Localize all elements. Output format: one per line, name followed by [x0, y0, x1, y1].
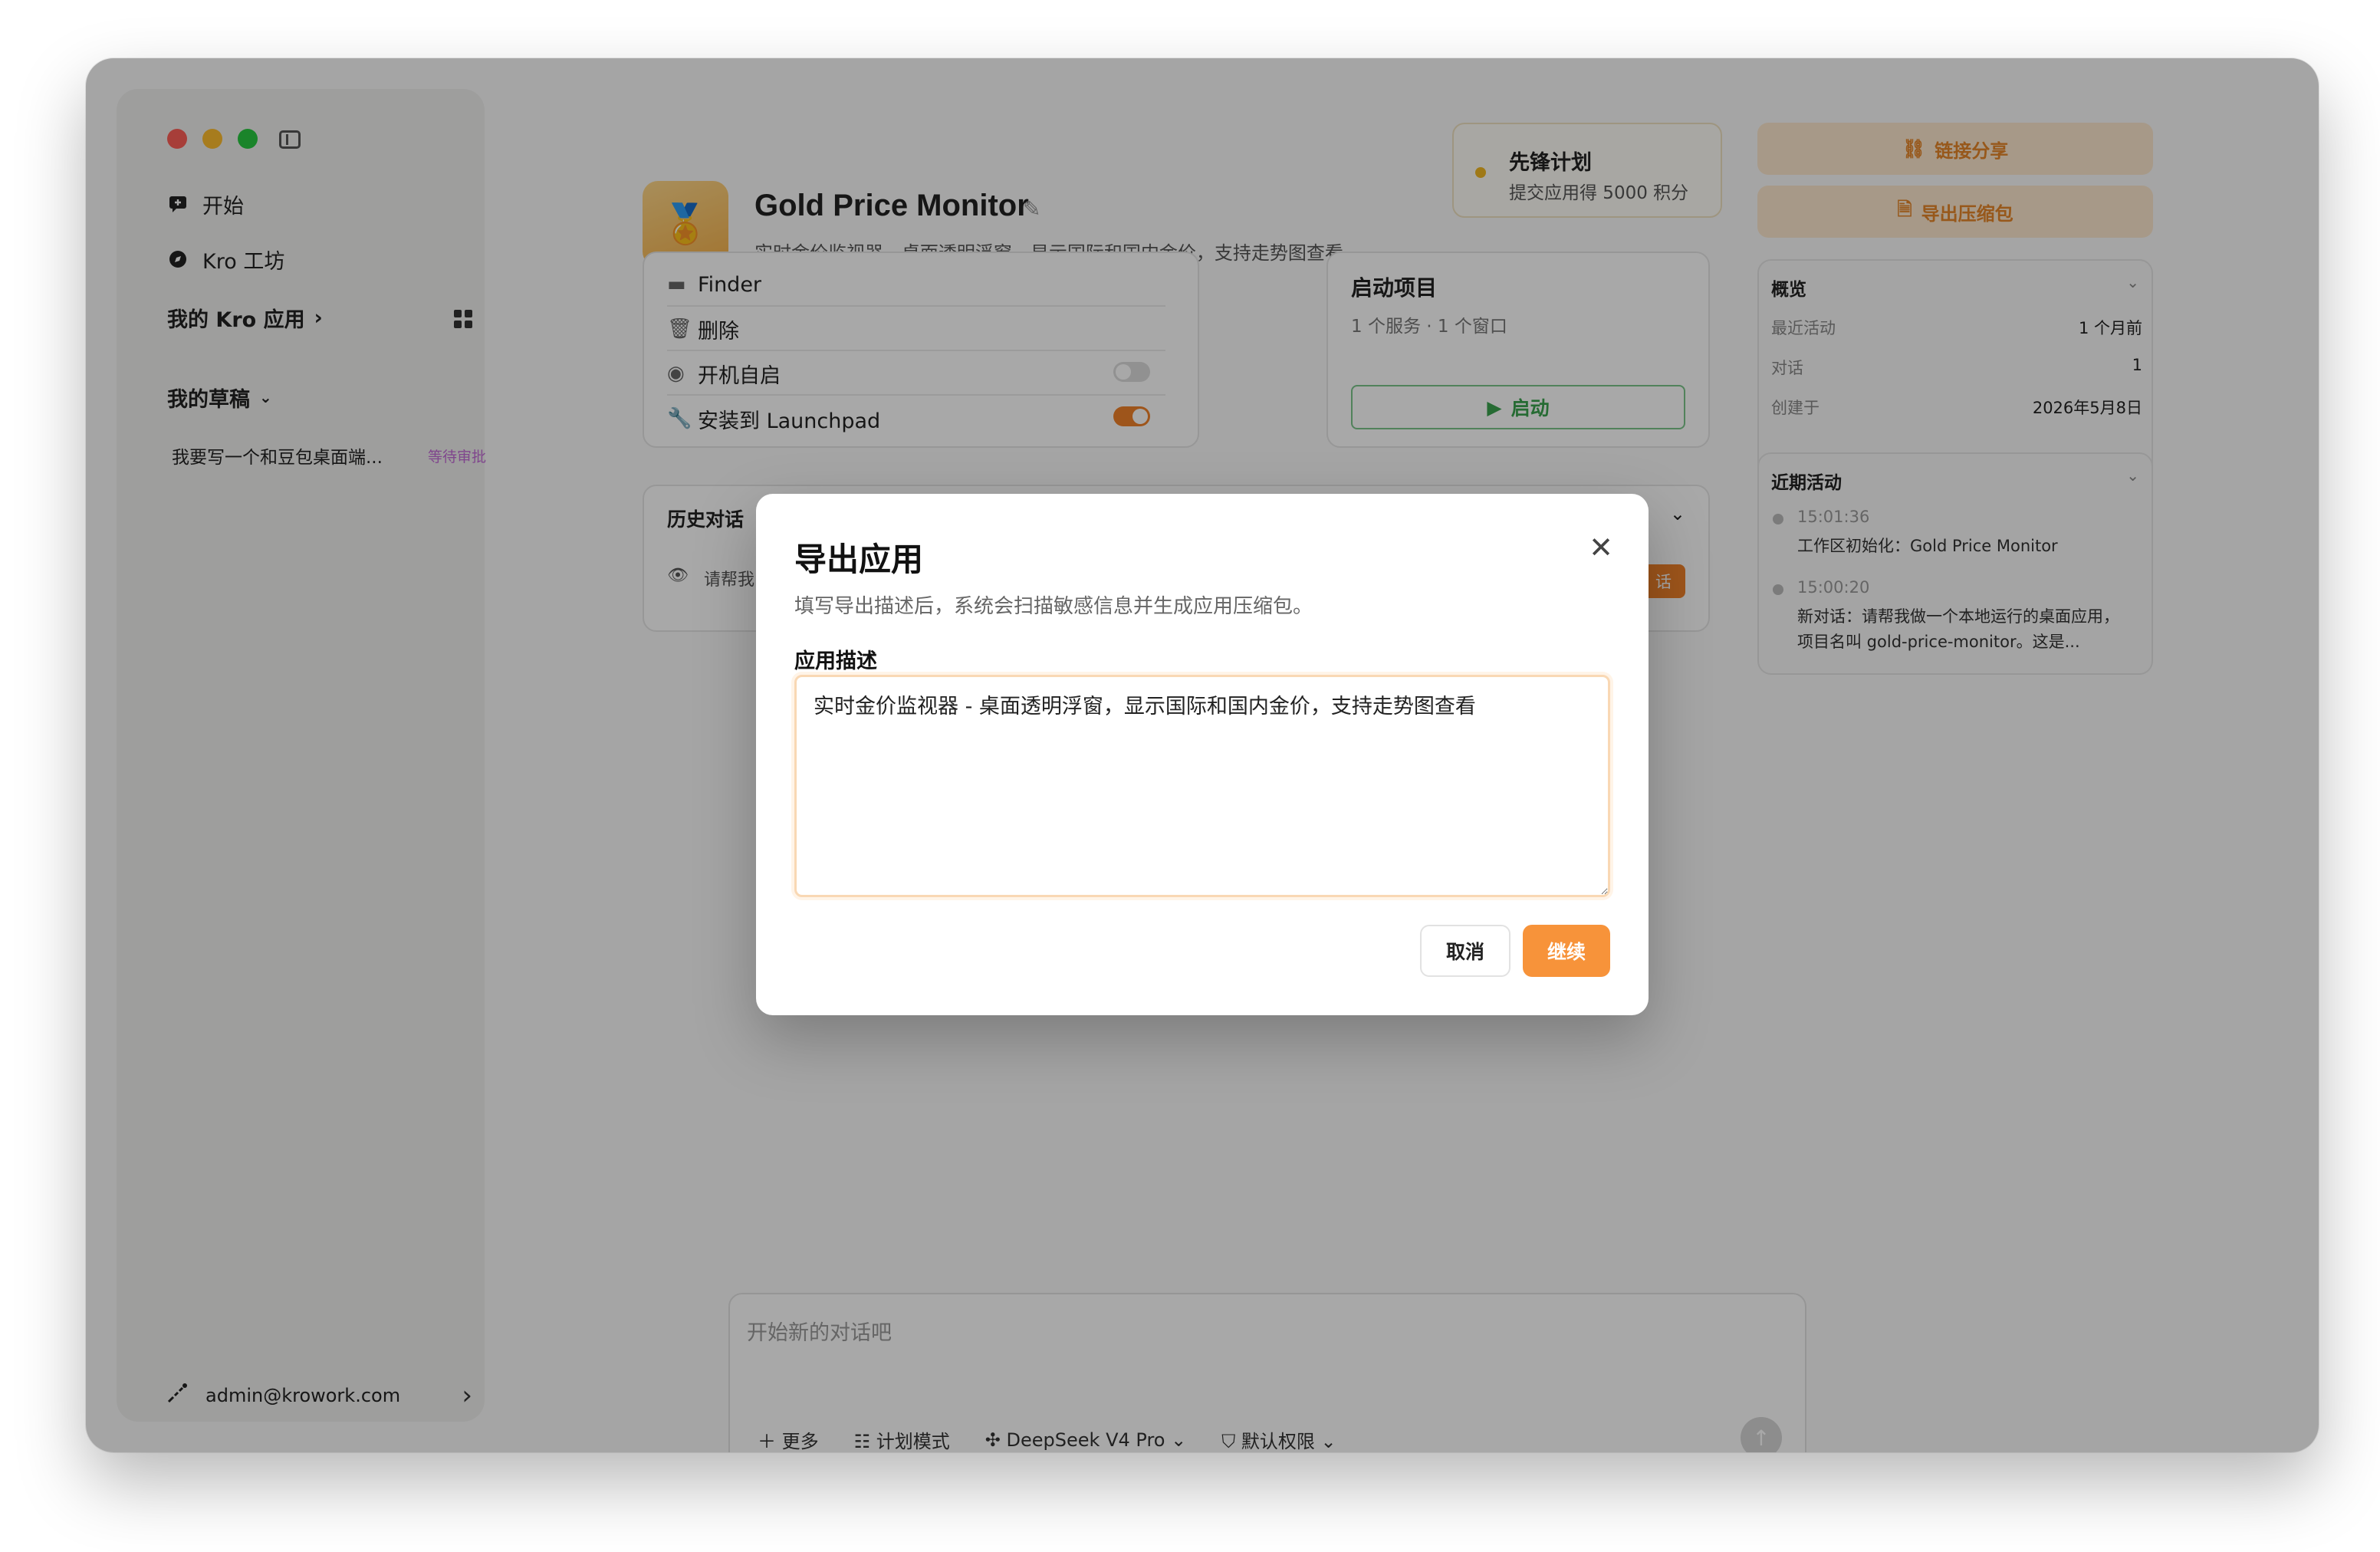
dialog-description: 填写导出描述后，系统会扫描敏感信息并生成应用压缩包。	[794, 595, 1313, 618]
app-description-textarea[interactable]: 实时金价监视器 - 桌面透明浮窗，显示国际和国内金价，支持走势图查看	[794, 675, 1610, 897]
description-field-label: 应用描述	[794, 649, 877, 673]
close-icon[interactable]: ✕	[1584, 531, 1618, 564]
export-app-dialog: 导出应用 ✕ 填写导出描述后，系统会扫描敏感信息并生成应用压缩包。 应用描述 实…	[756, 494, 1649, 1015]
app-window: 开始 Kro 工坊 我的 Kro 应用 › 我的草稿 ⌄ 我要写一个和豆包桌面端…	[86, 58, 2319, 1452]
dialog-title: 导出应用	[794, 541, 924, 578]
cancel-button[interactable]: 取消	[1420, 925, 1511, 977]
continue-button[interactable]: 继续	[1523, 925, 1610, 977]
